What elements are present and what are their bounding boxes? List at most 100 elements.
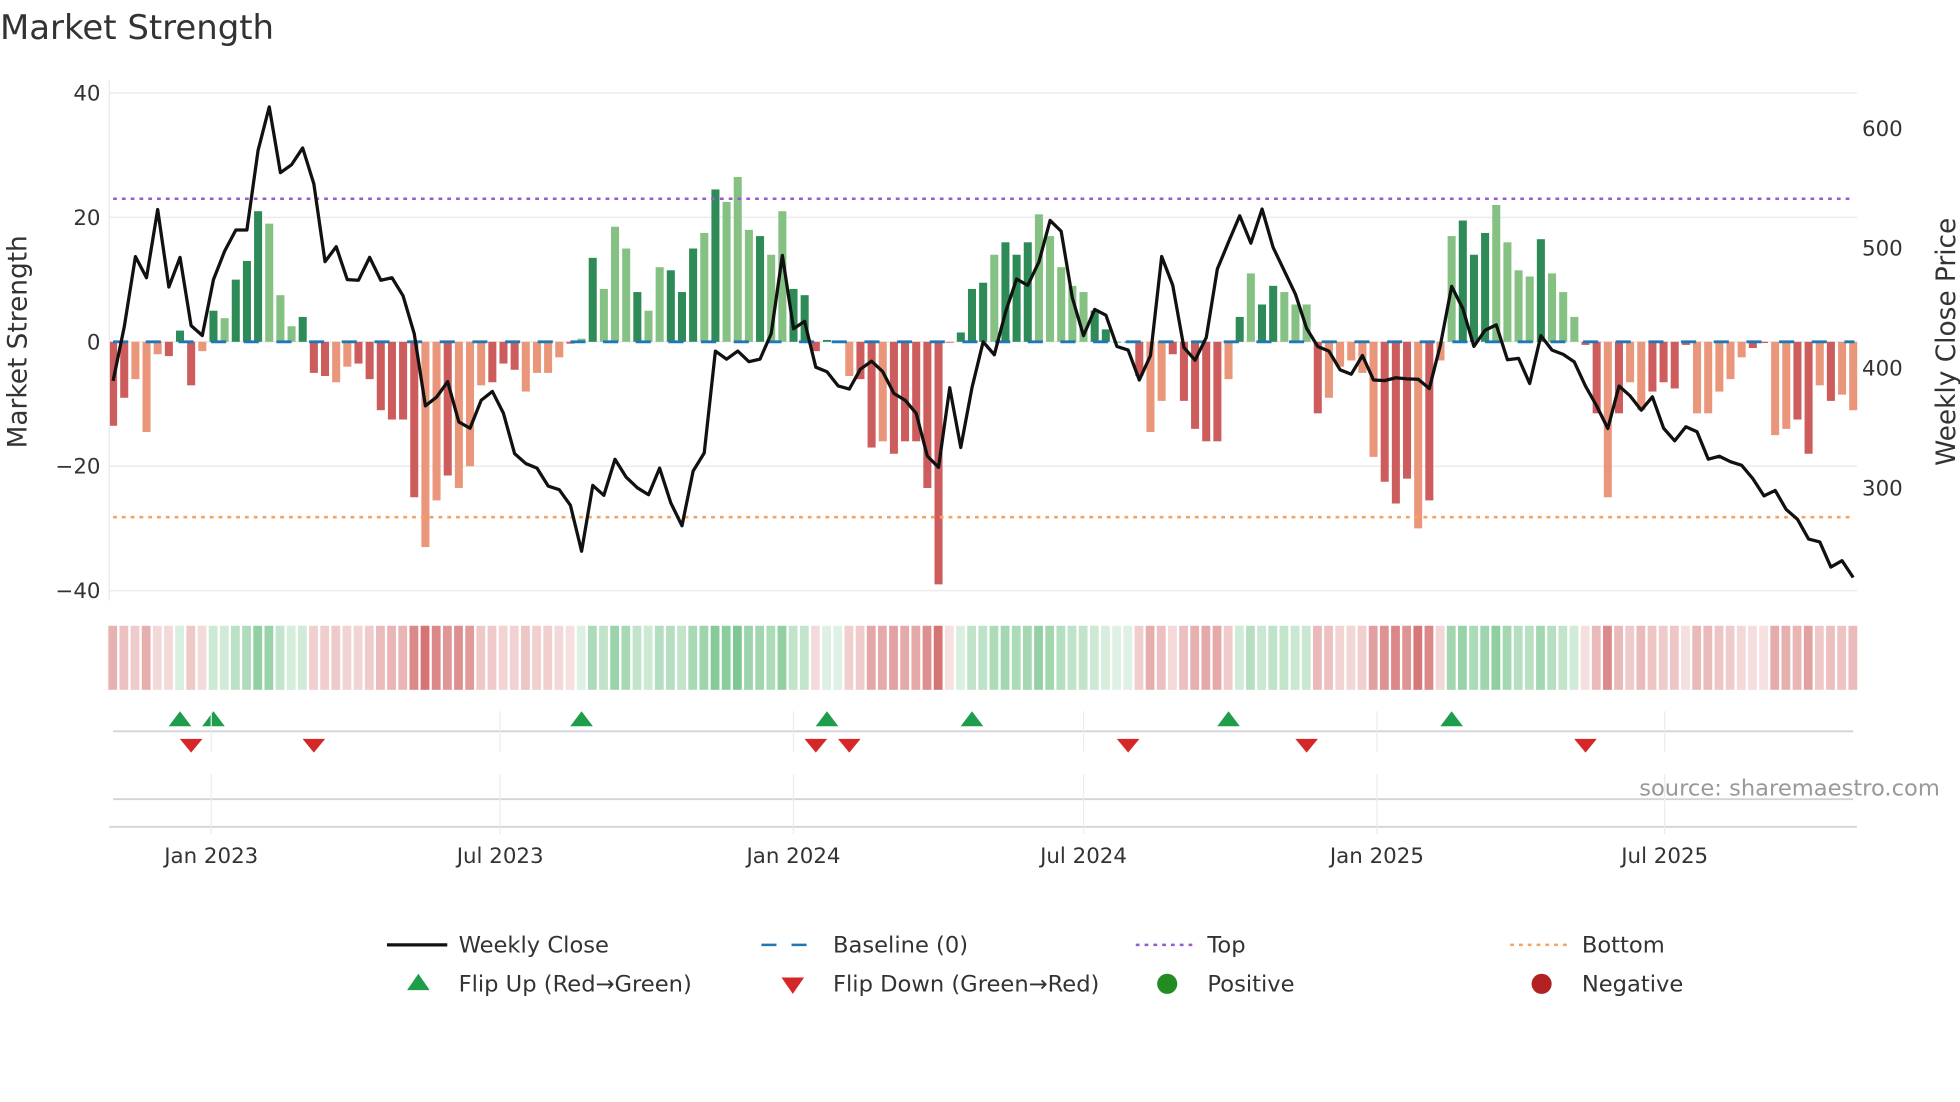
strip-cell	[677, 625, 686, 690]
strip-cell	[1034, 625, 1043, 690]
bar-positive	[756, 236, 765, 342]
strip-cell	[777, 625, 787, 690]
bar-negative	[1202, 341, 1211, 442]
strip-cell	[152, 625, 162, 690]
strip-cell	[454, 625, 463, 690]
legend-label: Flip Down (Green→Red)	[833, 971, 1099, 997]
legend-item: Flip Down (Green→Red)	[781, 971, 1099, 997]
bar-negative	[555, 341, 564, 358]
strip-cell	[521, 625, 530, 690]
strip-cell	[509, 625, 519, 690]
bar-negative	[1313, 341, 1322, 414]
strip-cell	[119, 625, 129, 690]
y-tick-label: −20	[55, 455, 100, 480]
flip-up-marker	[202, 711, 225, 727]
bar-positive	[655, 267, 664, 342]
bar-positive	[1514, 270, 1523, 342]
flip-down-marker	[804, 738, 828, 753]
strip-cell	[1156, 625, 1166, 690]
strip-cell	[164, 625, 173, 690]
bar-negative	[1826, 341, 1835, 401]
bar-positive	[967, 288, 977, 342]
bar-positive	[956, 332, 965, 342]
strip-cell	[1748, 625, 1757, 690]
strip-cell	[1803, 625, 1813, 690]
strip-cell	[409, 625, 419, 690]
bar-positive	[1469, 254, 1478, 342]
strip-cell	[1848, 625, 1858, 690]
bar-negative	[109, 341, 118, 426]
bar-positive	[1525, 276, 1534, 342]
bar-negative	[1369, 341, 1378, 457]
strip-cell	[1212, 625, 1222, 690]
bar-positive	[1235, 316, 1244, 342]
bar-negative	[1626, 341, 1635, 383]
circle-icon	[1531, 973, 1552, 994]
bar-negative	[343, 341, 352, 367]
strip-cell	[1591, 625, 1601, 690]
bar-positive	[1291, 304, 1300, 342]
bar-negative	[1793, 341, 1802, 420]
bar-negative	[532, 341, 541, 373]
strip-cell	[1078, 625, 1088, 690]
strip-cell	[956, 625, 965, 690]
strip-cell	[844, 625, 854, 690]
strip-cell	[944, 625, 954, 690]
strip-cell	[1770, 625, 1780, 690]
strip-cell	[576, 625, 586, 690]
bar-negative	[1224, 341, 1233, 380]
strip-cell	[364, 625, 374, 690]
bar-negative	[164, 341, 173, 357]
x-tick-label: Jul 2024	[1038, 844, 1127, 869]
bar-negative	[889, 341, 898, 454]
bar-negative	[1391, 341, 1400, 504]
strip-cell	[1167, 625, 1177, 690]
bar-positive	[622, 248, 631, 342]
bar-positive	[298, 316, 307, 342]
strip-cell	[1513, 625, 1523, 690]
bar-negative	[945, 341, 954, 344]
flip-up-marker	[168, 711, 192, 727]
strip-cell	[1681, 625, 1690, 690]
strip-cell	[833, 625, 843, 690]
strip-cell	[1067, 625, 1077, 690]
strip-cell	[1625, 625, 1635, 690]
legend-label: Positive	[1207, 971, 1294, 997]
strip-cell	[498, 625, 508, 690]
legend: Weekly Close Baseline (0) Top Bottom Flip Up…	[386, 932, 1683, 997]
bar-negative	[488, 341, 497, 383]
bar-positive	[711, 189, 720, 342]
y-axis-label: Market Strength	[3, 235, 33, 448]
x-axis: Jan 2023 Jul 2023 Jan 2024 Jul 2024 Jan 2025…	[109, 711, 1857, 869]
bar-positive	[677, 292, 686, 342]
strip-cell	[231, 625, 240, 690]
strip-cell	[286, 625, 296, 690]
strip-cell	[889, 625, 898, 690]
bar-positive	[209, 310, 218, 342]
bar-negative	[332, 341, 341, 383]
strip-cell	[1502, 625, 1512, 690]
strip-cell	[710, 625, 720, 690]
strip-cell	[208, 625, 218, 690]
bar-positive	[1023, 242, 1032, 342]
flip-up-marker	[1217, 711, 1240, 727]
strip-cell	[1290, 625, 1300, 690]
strip-cell	[320, 625, 330, 690]
strip-cell	[1424, 625, 1434, 690]
bar-positive	[1034, 214, 1043, 342]
strip-cell	[130, 625, 140, 690]
bar-negative	[1347, 341, 1356, 361]
strip-cell	[376, 625, 385, 690]
bar-negative	[1771, 341, 1780, 436]
strip-cell	[1413, 625, 1423, 690]
strip-cell	[1837, 625, 1847, 690]
bar-positive	[1257, 304, 1267, 342]
legend-item: Weekly Close	[386, 932, 609, 958]
legend-label: Top	[1206, 932, 1245, 958]
strip-cell	[1101, 625, 1110, 690]
bar-negative	[1782, 341, 1791, 429]
bar-positive	[1246, 273, 1255, 342]
strip-cell	[688, 625, 698, 690]
strip-cell	[1324, 625, 1333, 690]
y2-tick-label: 600	[1862, 117, 1903, 142]
